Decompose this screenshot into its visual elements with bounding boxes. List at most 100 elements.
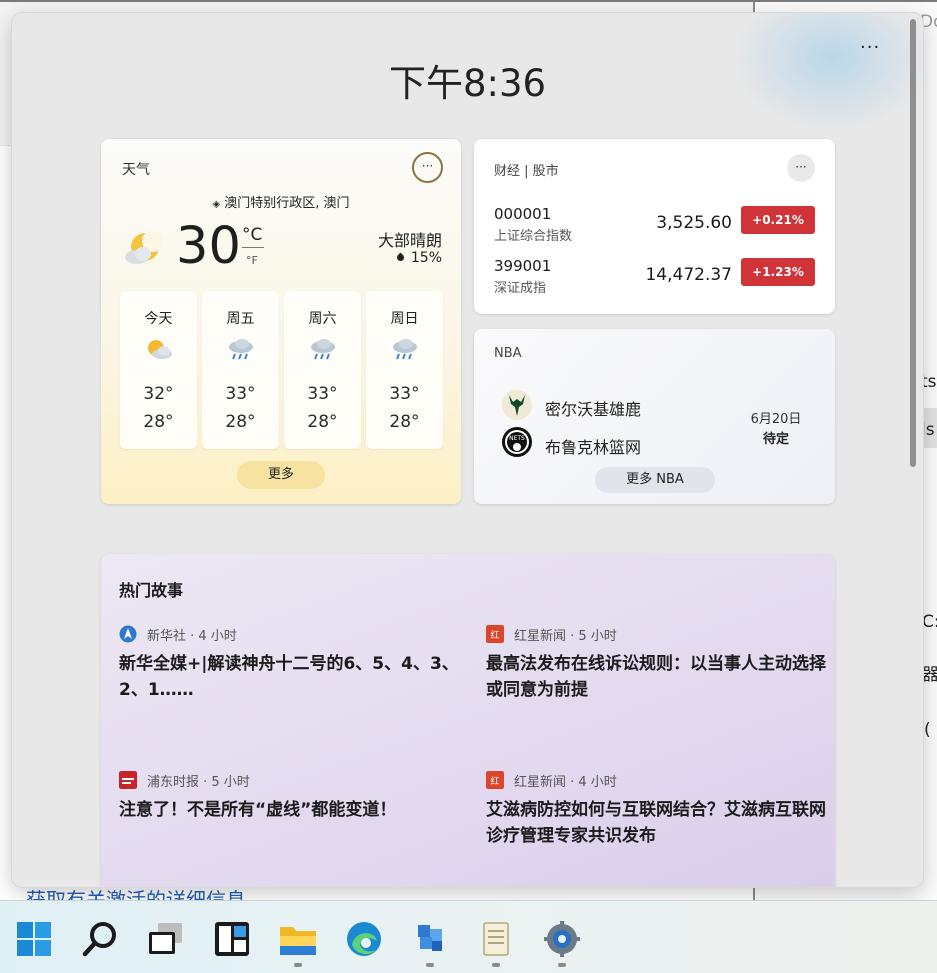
forecast-day-label: 今天 xyxy=(144,311,173,327)
raindrop-icon xyxy=(395,252,406,263)
bucks-logo-icon xyxy=(502,390,532,420)
forecast-day[interactable]: 周五 33° 28° xyxy=(202,291,279,449)
weather-more-button-bottom[interactable]: 更多 xyxy=(237,461,325,489)
file-explorer-icon[interactable] xyxy=(278,919,318,959)
moon-cloud-icon xyxy=(125,230,163,264)
forecast-low: 28° xyxy=(389,412,420,432)
unit-celsius-toggle[interactable]: °C xyxy=(242,225,262,245)
widgets-icon[interactable] xyxy=(212,919,252,959)
stock-code: 000001 xyxy=(494,205,552,223)
rain-icon xyxy=(393,339,417,360)
stock-name: 上证综合指数 xyxy=(494,229,573,244)
background-text: ts xyxy=(921,372,937,392)
story-item[interactable]: 新华社 · 4 小时 新华全媒+|解读神舟十二号的6、5、4、3、2、1…… xyxy=(119,625,459,700)
story-source: 红 红星新闻 · 4 小时 xyxy=(486,771,826,790)
finance-card[interactable]: 财经 | 股市 ··· 000001 上证综合指数 3,525.60 +0.21… xyxy=(474,139,835,314)
precipitation-value: 15% xyxy=(410,250,442,266)
forecast-high: 33° xyxy=(225,384,256,404)
nba-title: NBA xyxy=(494,346,522,361)
forecast-day-label: 周五 xyxy=(226,311,255,327)
forecast-high: 33° xyxy=(307,384,338,404)
running-indicator xyxy=(426,963,434,967)
game-status: 待定 xyxy=(762,432,789,447)
partly-sunny-icon xyxy=(148,340,172,359)
story-meta: 新华社 · 4 小时 xyxy=(147,629,237,644)
xinhua-logo-icon xyxy=(119,625,137,643)
stock-row[interactable]: 399001 深证成指 14,472.37 +1.23% xyxy=(474,257,835,301)
story-source: 浦东时报 · 5 小时 xyxy=(119,771,459,790)
story-source: 红 红星新闻 · 5 小时 xyxy=(486,625,826,644)
stock-value: 3,525.60 xyxy=(656,213,732,233)
story-item[interactable]: 浦东时报 · 5 小时 注意了！不是所有“虚线”都能变道！ xyxy=(119,771,459,820)
hongxing-logo-icon: 红 xyxy=(486,771,504,789)
story-headline[interactable]: 新华全媒+|解读神舟十二号的6、5、4、3、2、1…… xyxy=(119,651,459,703)
team-name: 布鲁克林篮网 xyxy=(545,438,642,457)
forecast-high: 32° xyxy=(143,384,174,404)
rain-icon xyxy=(311,339,335,360)
background-text: ls xyxy=(921,420,935,440)
panel-clock: 下午8:36 xyxy=(388,62,547,105)
search-icon[interactable] xyxy=(80,919,120,959)
notepad-icon[interactable] xyxy=(476,919,516,959)
finance-more-button[interactable]: ··· xyxy=(787,154,815,182)
forecast-high: 33° xyxy=(389,384,420,404)
forecast-low: 28° xyxy=(307,412,338,432)
story-item[interactable]: 红 红星新闻 · 5 小时 最高法发布在线诉讼规则：以当事人主动选择或同意为前提 xyxy=(486,625,826,700)
forecast-day[interactable]: 今天 32° 28° xyxy=(120,291,197,449)
unit-divider xyxy=(242,247,264,248)
story-meta: 浦东时报 · 5 小时 xyxy=(147,775,250,790)
story-headline[interactable]: 注意了！不是所有“虚线”都能变道！ xyxy=(119,797,459,823)
forecast-day[interactable]: 周日 33° 28° xyxy=(366,291,443,449)
forecast-day-label: 周六 xyxy=(308,311,337,327)
stock-change-badge: +0.21% xyxy=(741,206,815,234)
stock-row[interactable]: 000001 上证综合指数 3,525.60 +0.21% xyxy=(474,205,835,249)
background-text: C: xyxy=(922,612,937,632)
settings-icon[interactable] xyxy=(542,919,582,959)
nba-card[interactable]: NBA 密尔沃基雄鹿 NETS 布鲁克林篮网 6月20日 待定 更多 NBA xyxy=(474,329,835,504)
start-icon[interactable] xyxy=(14,919,54,959)
story-headline[interactable]: 艾滋病防控如何与互联网结合？艾滋病互联网诊疗管理专家共识发布 xyxy=(486,797,826,849)
stock-value: 14,472.37 xyxy=(645,265,732,285)
weather-condition: 大部晴朗 xyxy=(377,231,442,250)
top-stories-card: 热门故事 新华社 · 4 小时 新华全媒+|解读神舟十二号的6、5、4、3、2、… xyxy=(101,554,835,887)
running-indicator xyxy=(294,963,302,967)
running-indicator xyxy=(492,963,500,967)
running-indicator xyxy=(558,963,566,967)
weather-temperature: 30 xyxy=(176,217,241,276)
nba-more-button[interactable]: 更多 NBA xyxy=(595,467,715,493)
edge-icon[interactable] xyxy=(344,919,384,959)
background-text: 器 xyxy=(922,665,937,685)
weather-precipitation: 15% xyxy=(395,250,442,266)
widgets-panel: ··· 下午8:36 天气 ··· ◈ 澳门特别行政区, 澳门 30 °C °F … xyxy=(12,13,923,887)
story-meta: 红星新闻 · 5 小时 xyxy=(514,629,617,644)
team-name: 密尔沃基雄鹿 xyxy=(545,400,642,419)
svg-text:NETS: NETS xyxy=(509,435,525,442)
story-meta: 红星新闻 · 4 小时 xyxy=(514,775,617,790)
weather-card[interactable]: 天气 ··· ◈ 澳门特别行政区, 澳门 30 °C °F 大部晴朗 15% 今天… xyxy=(101,139,461,504)
finance-title: 财经 | 股市 xyxy=(494,164,559,179)
forecast-day[interactable]: 周六 33° 28° xyxy=(284,291,361,449)
top-stories-title: 热门故事 xyxy=(119,581,184,600)
weather-title: 天气 xyxy=(122,162,150,178)
forecast-low: 28° xyxy=(225,412,256,432)
game-date: 6月20日 xyxy=(750,412,802,427)
svg-text:红: 红 xyxy=(490,775,499,787)
pudong-times-logo-icon xyxy=(119,771,137,789)
svg-text:红: 红 xyxy=(490,629,499,641)
nets-logo-icon: NETS xyxy=(502,427,532,457)
story-source: 新华社 · 4 小时 xyxy=(119,625,459,644)
unit-fahrenheit-toggle[interactable]: °F xyxy=(246,254,258,267)
stock-code: 399001 xyxy=(494,257,552,275)
window-top-edge xyxy=(0,0,937,2)
story-headline[interactable]: 最高法发布在线诉讼规则：以当事人主动选择或同意为前提 xyxy=(486,651,826,703)
weather-location[interactable]: ◈ 澳门特别行政区, 澳门 xyxy=(101,192,461,211)
stock-name: 深证成指 xyxy=(494,281,547,296)
forecast-low: 28° xyxy=(143,412,174,432)
task-view-icon[interactable] xyxy=(146,919,186,959)
stock-change-badge: +1.23% xyxy=(741,258,815,286)
app-icon[interactable] xyxy=(410,919,450,959)
story-item[interactable]: 红 红星新闻 · 4 小时 艾滋病防控如何与互联网结合？艾滋病互联网诊疗管理专家… xyxy=(486,771,826,846)
hongxing-logo-icon: 红 xyxy=(486,625,504,643)
weather-more-button[interactable]: ··· xyxy=(412,152,443,183)
rain-icon xyxy=(229,339,253,360)
